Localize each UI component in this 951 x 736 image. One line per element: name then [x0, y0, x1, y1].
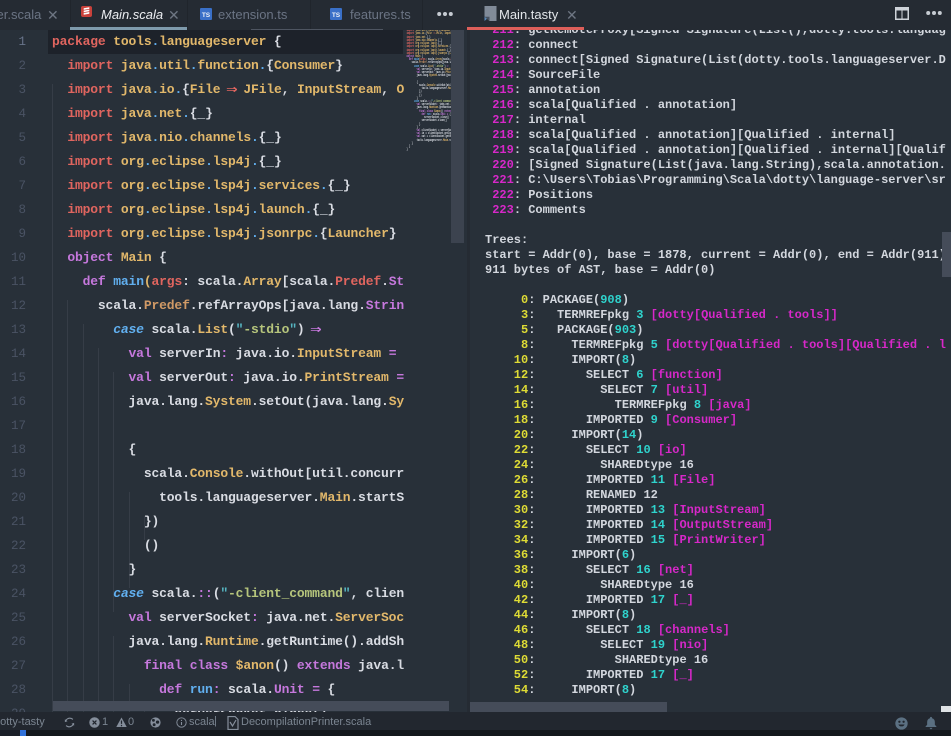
svg-text:TS: TS [332, 12, 341, 19]
svg-text:TS: TS [202, 12, 211, 19]
